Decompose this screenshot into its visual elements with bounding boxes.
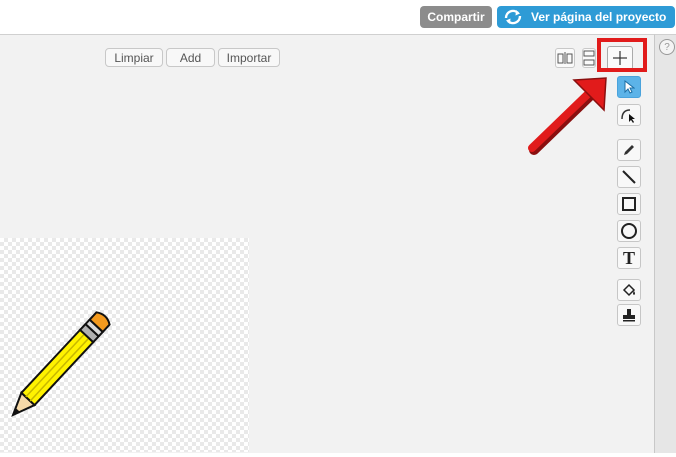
- right-side-panel: ?: [654, 34, 676, 453]
- cursor-arrow-icon: [624, 80, 635, 94]
- flip-horizontal-button[interactable]: [555, 48, 575, 68]
- share-button[interactable]: Compartir: [420, 6, 492, 28]
- stamp-tool-button[interactable]: [617, 304, 641, 326]
- flip-horizontal-icon: [557, 52, 573, 64]
- pencil-costume-image: [11, 311, 111, 417]
- ellipse-icon: [621, 223, 637, 239]
- paint-bucket-icon: [622, 283, 636, 297]
- top-bar: Compartir Ver página del proyecto: [0, 0, 676, 34]
- clear-button[interactable]: Limpiar: [105, 48, 163, 67]
- pencil-tool-button[interactable]: [617, 139, 641, 161]
- red-arrow-annotation: [528, 77, 607, 155]
- view-project-page-button[interactable]: Ver página del proyecto: [497, 6, 675, 28]
- line-tool-button[interactable]: [617, 166, 641, 188]
- flip-vertical-icon: [583, 50, 595, 66]
- text-t-icon: T: [622, 247, 635, 268]
- add-button[interactable]: Add: [166, 48, 215, 67]
- view-project-page-label: Ver página del proyecto: [531, 10, 667, 24]
- select-tool-button[interactable]: [617, 76, 641, 98]
- pencil-icon: [624, 145, 634, 155]
- refresh-arrows-icon: [501, 8, 525, 26]
- highlight-box: [597, 38, 647, 72]
- ellipse-tool-button[interactable]: [617, 220, 641, 242]
- reshape-tool-button[interactable]: [617, 104, 641, 126]
- import-button[interactable]: Importar: [218, 48, 280, 67]
- help-icon[interactable]: ?: [659, 39, 675, 55]
- text-tool-button[interactable]: T: [617, 247, 641, 269]
- rectangle-icon: [622, 197, 636, 211]
- fill-tool-button[interactable]: [617, 279, 641, 301]
- stamp-icon: [623, 309, 635, 322]
- line-icon: [622, 170, 636, 184]
- reshape-icon: [621, 109, 635, 123]
- flip-vertical-button[interactable]: [582, 48, 596, 68]
- drawing-canvas[interactable]: [0, 238, 249, 452]
- rectangle-tool-button[interactable]: [617, 193, 641, 215]
